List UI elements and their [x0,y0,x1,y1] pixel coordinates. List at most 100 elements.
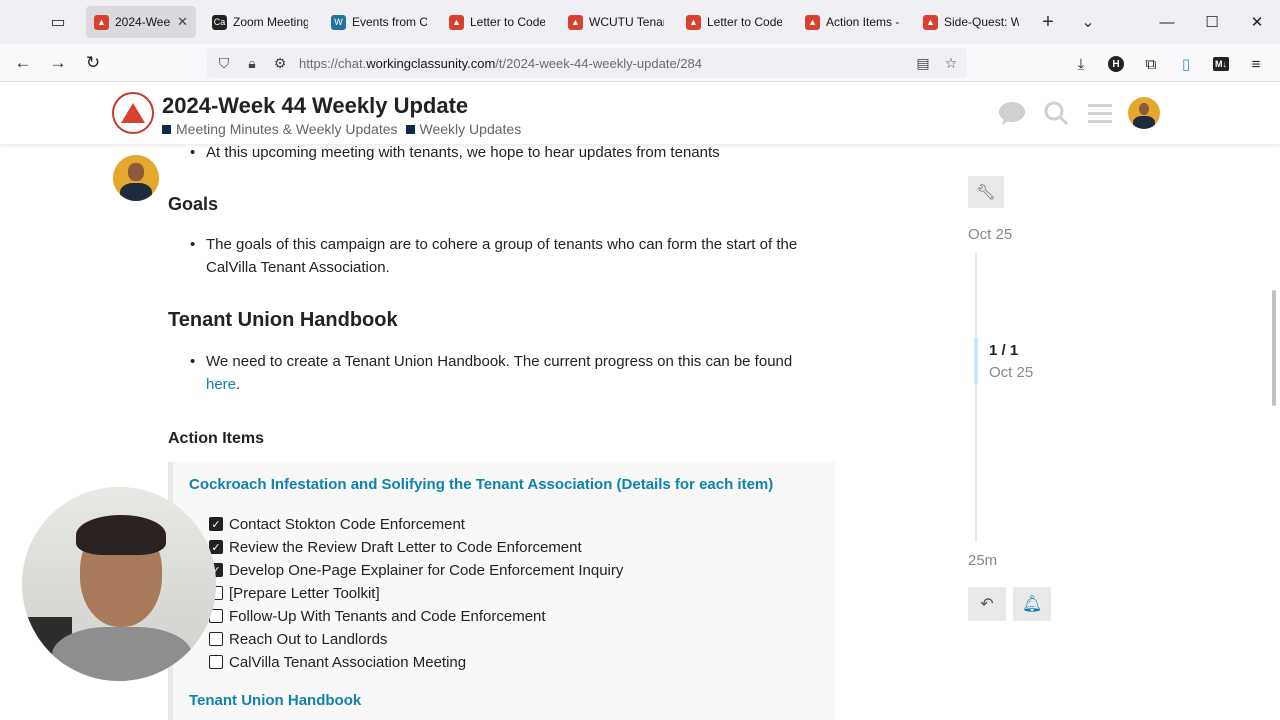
checklist-item: ✓ Review the Review Draft Letter to Code … [209,536,582,558]
timeline-post-count: 1 / 1 [989,342,1019,359]
markdown-extension-icon[interactable]: M↓ [1209,52,1233,76]
site-logo[interactable] [112,92,154,134]
tab-title: Letter to Code [470,15,545,29]
extension-file-icon[interactable]: ▯ [1174,52,1198,76]
checklist-label: Contact Stokton Code Enforcement [229,515,465,533]
minimize-icon[interactable]: — [1152,8,1182,36]
extensions-puzzle-icon[interactable]: ⧉ [1139,52,1163,76]
category-color-square [162,124,171,134]
browser-tab[interactable]: ▲ Side-Quest: Wo [915,6,1027,38]
admin-wrench-button[interactable]: 🔧︎ [968,176,1004,208]
tab-favicon-icon: ▲ [923,14,938,30]
timeline-handle[interactable] [974,338,978,384]
checklist-label: CalVilla Tenant Association Meeting [229,653,467,671]
checklist-item: Follow-Up With Tenants and Code Enforcem… [209,605,546,627]
webcam-person-shirt [52,627,192,681]
tab-title: WCUTU Tenant [589,15,664,29]
url-text[interactable]: https://chat.workingclassunity.com/t/202… [299,56,702,71]
page-scrollbar[interactable] [1272,290,1276,406]
tab-overview-icon[interactable]: ▭ [46,10,70,34]
tab-title: Action Items - [826,15,900,29]
close-tab-icon[interactable]: ✕ [177,14,188,30]
tab-favicon-icon: ▲ [568,14,583,30]
timeline-start-date[interactable]: Oct 25 [968,226,1012,243]
webcam-person-hair [76,515,166,555]
topic-categories: Meeting Minutes & Weekly Updates Weekly … [162,121,529,137]
handbook-list: We need to create a Tenant Union Handboo… [168,350,848,396]
checklist-label: Reach Out to Landlords [229,630,388,648]
search-svg [1044,101,1069,126]
browser-tab[interactable]: ▲ Action Items - [797,6,909,38]
category-badge-parent[interactable]: Meeting Minutes & Weekly Updates [162,121,398,137]
reply-icon: ↶ [980,596,994,613]
browser-tab-strip: ▭ ▲ 2024-Week 44 Weekly Update ✕ Ca Zoom Mee… [0,0,1280,44]
notifications-button[interactable]: 🔔︎ [1013,587,1051,621]
tab-title: Letter to Code [707,15,782,29]
tab-title: Events from Oct [352,15,427,29]
topic-title[interactable]: 2024-Week 44 Weekly Update [162,93,468,119]
avatar-body [119,182,153,201]
post-author-avatar[interactable] [113,155,159,201]
new-tab-icon[interactable]: + [1036,10,1060,34]
checklist-item: Reach Out to Landlords [209,628,387,650]
goals-heading: Goals [168,194,219,214]
permissions-icon[interactable]: ⚙ [269,52,291,74]
downloads-icon[interactable]: ⤓ [1069,52,1093,76]
current-user-avatar[interactable] [1128,97,1160,129]
chat-icon[interactable] [997,98,1027,128]
url-bar[interactable]: ⛉ 🔒︎ ⚙ https://chat.workingclassunity.co… [207,48,967,78]
list-item: The goals of this campaign are to cohere… [168,233,848,279]
navigation-toolbar: ← → ↻ ⛉ 🔒︎ ⚙ https://chat.workingclassun… [0,44,1280,82]
avatar-body [1132,116,1156,129]
checklist-label: Review the Review Draft Letter to Code E… [229,538,582,556]
wrench-icon: 🔧︎ [976,184,996,201]
hamburger-svg [1088,104,1112,123]
timeline-handle-date: Oct 25 [989,364,1034,381]
lock-icon[interactable]: 🔒︎ [241,52,263,74]
reload-icon[interactable]: ↻ [81,51,105,75]
bookmark-star-icon[interactable]: ☆ [940,52,962,74]
intro-list: At this upcoming meeting with tenants, w… [168,141,848,164]
timeline-end-date[interactable]: 25m [968,552,997,569]
quote-subtitle-link[interactable]: Tenant Union Handbook [189,692,361,709]
search-icon[interactable] [1041,98,1071,128]
chat-bubble-svg [999,102,1025,125]
extension-h-icon[interactable]: H [1104,52,1128,76]
close-window-icon[interactable]: ✕ [1242,8,1272,36]
tracking-protection-icon[interactable]: ⛉ [213,52,235,74]
reader-view-icon[interactable]: ▤ [912,52,934,74]
browser-tab[interactable]: Ca Zoom Meeting [204,6,316,38]
handbook-link[interactable]: here [206,376,236,393]
maximize-icon[interactable]: ☐ [1197,8,1227,36]
app-menu-icon[interactable]: ≡ [1244,52,1268,76]
list-tabs-icon[interactable]: ⌄ [1076,10,1100,34]
checklist-label: Develop One-Page Explainer for Code Enfo… [229,561,624,579]
tab-favicon-icon: Ca [212,14,227,30]
back-icon[interactable]: ← [11,51,35,75]
category-label: Meeting Minutes & Weekly Updates [176,121,398,137]
tab-favicon-icon: W [331,14,346,30]
bell-icon: 🔔︎ [1021,596,1043,613]
goals-list: The goals of this campaign are to cohere… [168,233,848,279]
checklist-item: CalVilla Tenant Association Meeting [209,651,466,673]
tab-favicon-icon: ▲ [686,14,701,30]
tab-title: Zoom Meeting [233,15,308,29]
browser-tab[interactable]: ▲ 2024-Week 44 Weekly Update ✕ [86,6,196,38]
browser-tab[interactable]: W Events from Oct [323,6,435,38]
quote-title-link[interactable]: Cockroach Infestation and Solifying the … [189,476,773,493]
action-items-quote: Cockroach Infestation and Solifying the … [168,462,835,720]
webcam-overlay [22,487,216,681]
forward-icon[interactable]: → [46,51,70,75]
site-header: 2024-Week 44 Weekly Update Meeting Minut… [0,82,1280,144]
browser-tab[interactable]: ▲ Letter to Code [678,6,790,38]
browser-tab[interactable]: ▲ Letter to Code [441,6,553,38]
category-badge-child[interactable]: Weekly Updates [405,121,522,137]
hamburger-menu-icon[interactable] [1085,98,1115,128]
timeline-rail[interactable] [975,252,977,542]
category-label: Weekly Updates [419,121,522,137]
checklist-label: Follow-Up With Tenants and Code Enforcem… [229,607,546,625]
checklist-item: ✓ Contact Stokton Code Enforcement [209,513,465,535]
browser-tab[interactable]: ▲ WCUTU Tenant [560,6,672,38]
reply-button[interactable]: ↶ [968,587,1006,621]
logo-triangle-icon [121,103,145,123]
